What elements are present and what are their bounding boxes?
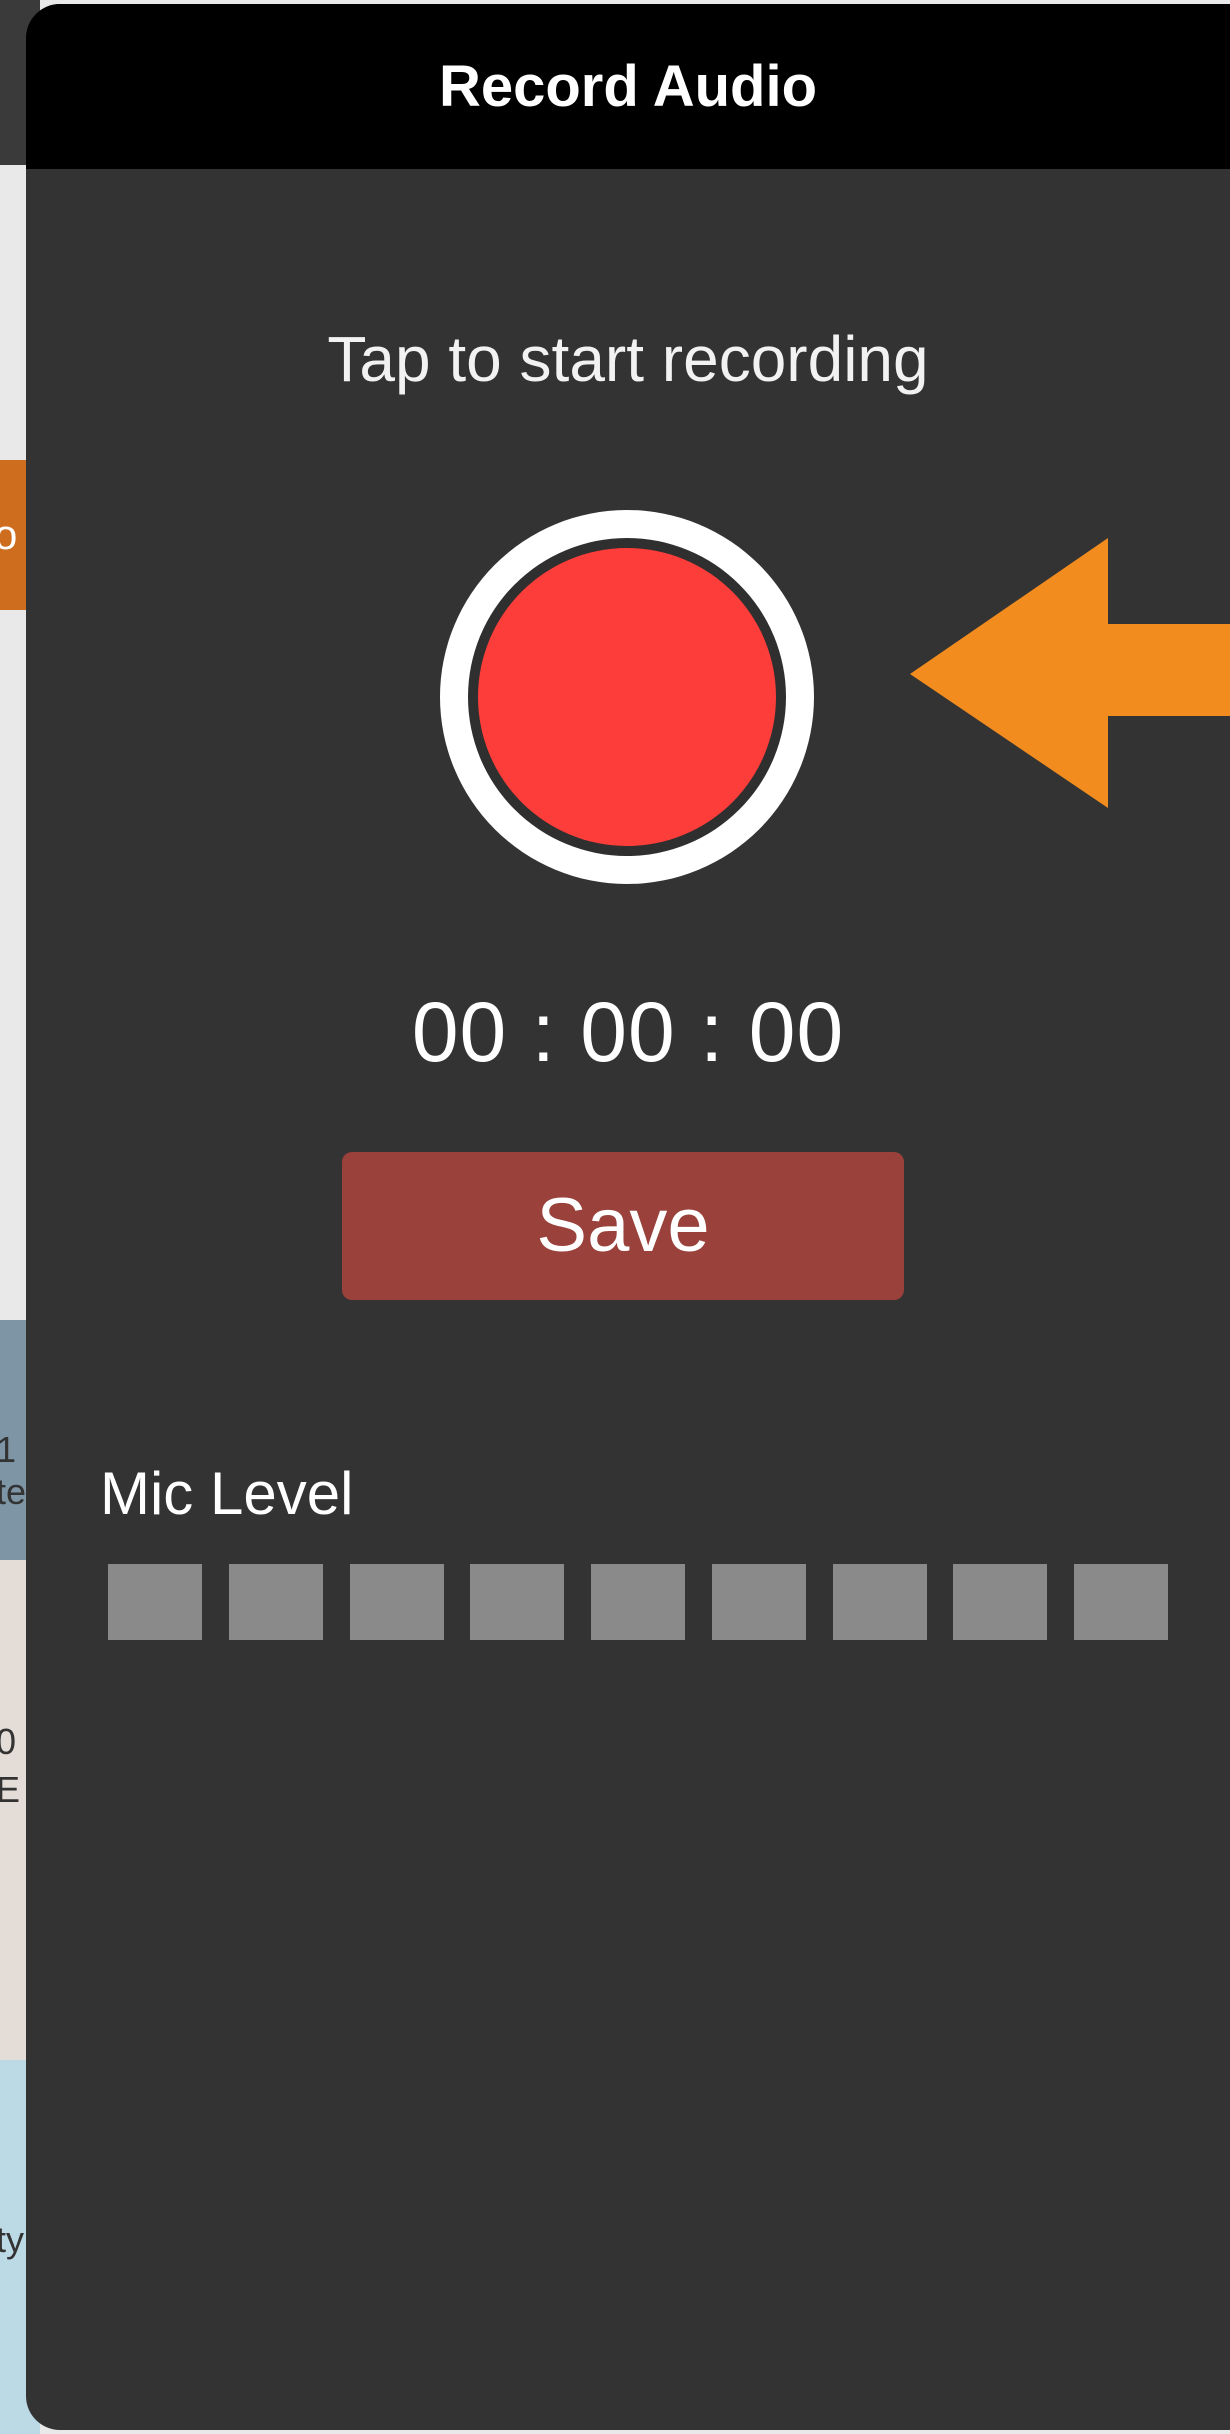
record-dot [478,548,776,846]
mic-level-segment [350,1564,444,1640]
modal-title: Record Audio [438,54,818,119]
modal-header: Record Audio [26,4,1230,169]
mic-level-meter [108,1564,1168,1642]
record-audio-modal: Record Audio Tap to start recording 00 :… [26,4,1230,2430]
mic-level-segment [1074,1564,1168,1640]
recording-timer: 00 : 00 : 00 [411,985,845,1079]
mic-level-segment [108,1564,202,1640]
background-tab-label: o [0,511,18,558]
save-button[interactable]: Save [342,1152,904,1300]
map-label: 0 [0,1721,17,1762]
pointer-arrow-icon [910,538,1230,808]
record-button[interactable] [440,510,814,884]
map-label: ty [0,2219,25,2260]
mic-level-label: Mic Level [100,1460,354,1527]
mic-level-segment [591,1564,685,1640]
map-label: 1 [0,1429,17,1470]
mic-level-segment [833,1564,927,1640]
record-icon [468,538,786,856]
mic-level-segment [470,1564,564,1640]
mic-level-segment [229,1564,323,1640]
map-label: E [0,1769,21,1810]
mic-level-segment [953,1564,1047,1640]
map-label: te [0,1471,27,1512]
recording-prompt: Tap to start recording [327,323,929,395]
mic-level-segment [712,1564,806,1640]
